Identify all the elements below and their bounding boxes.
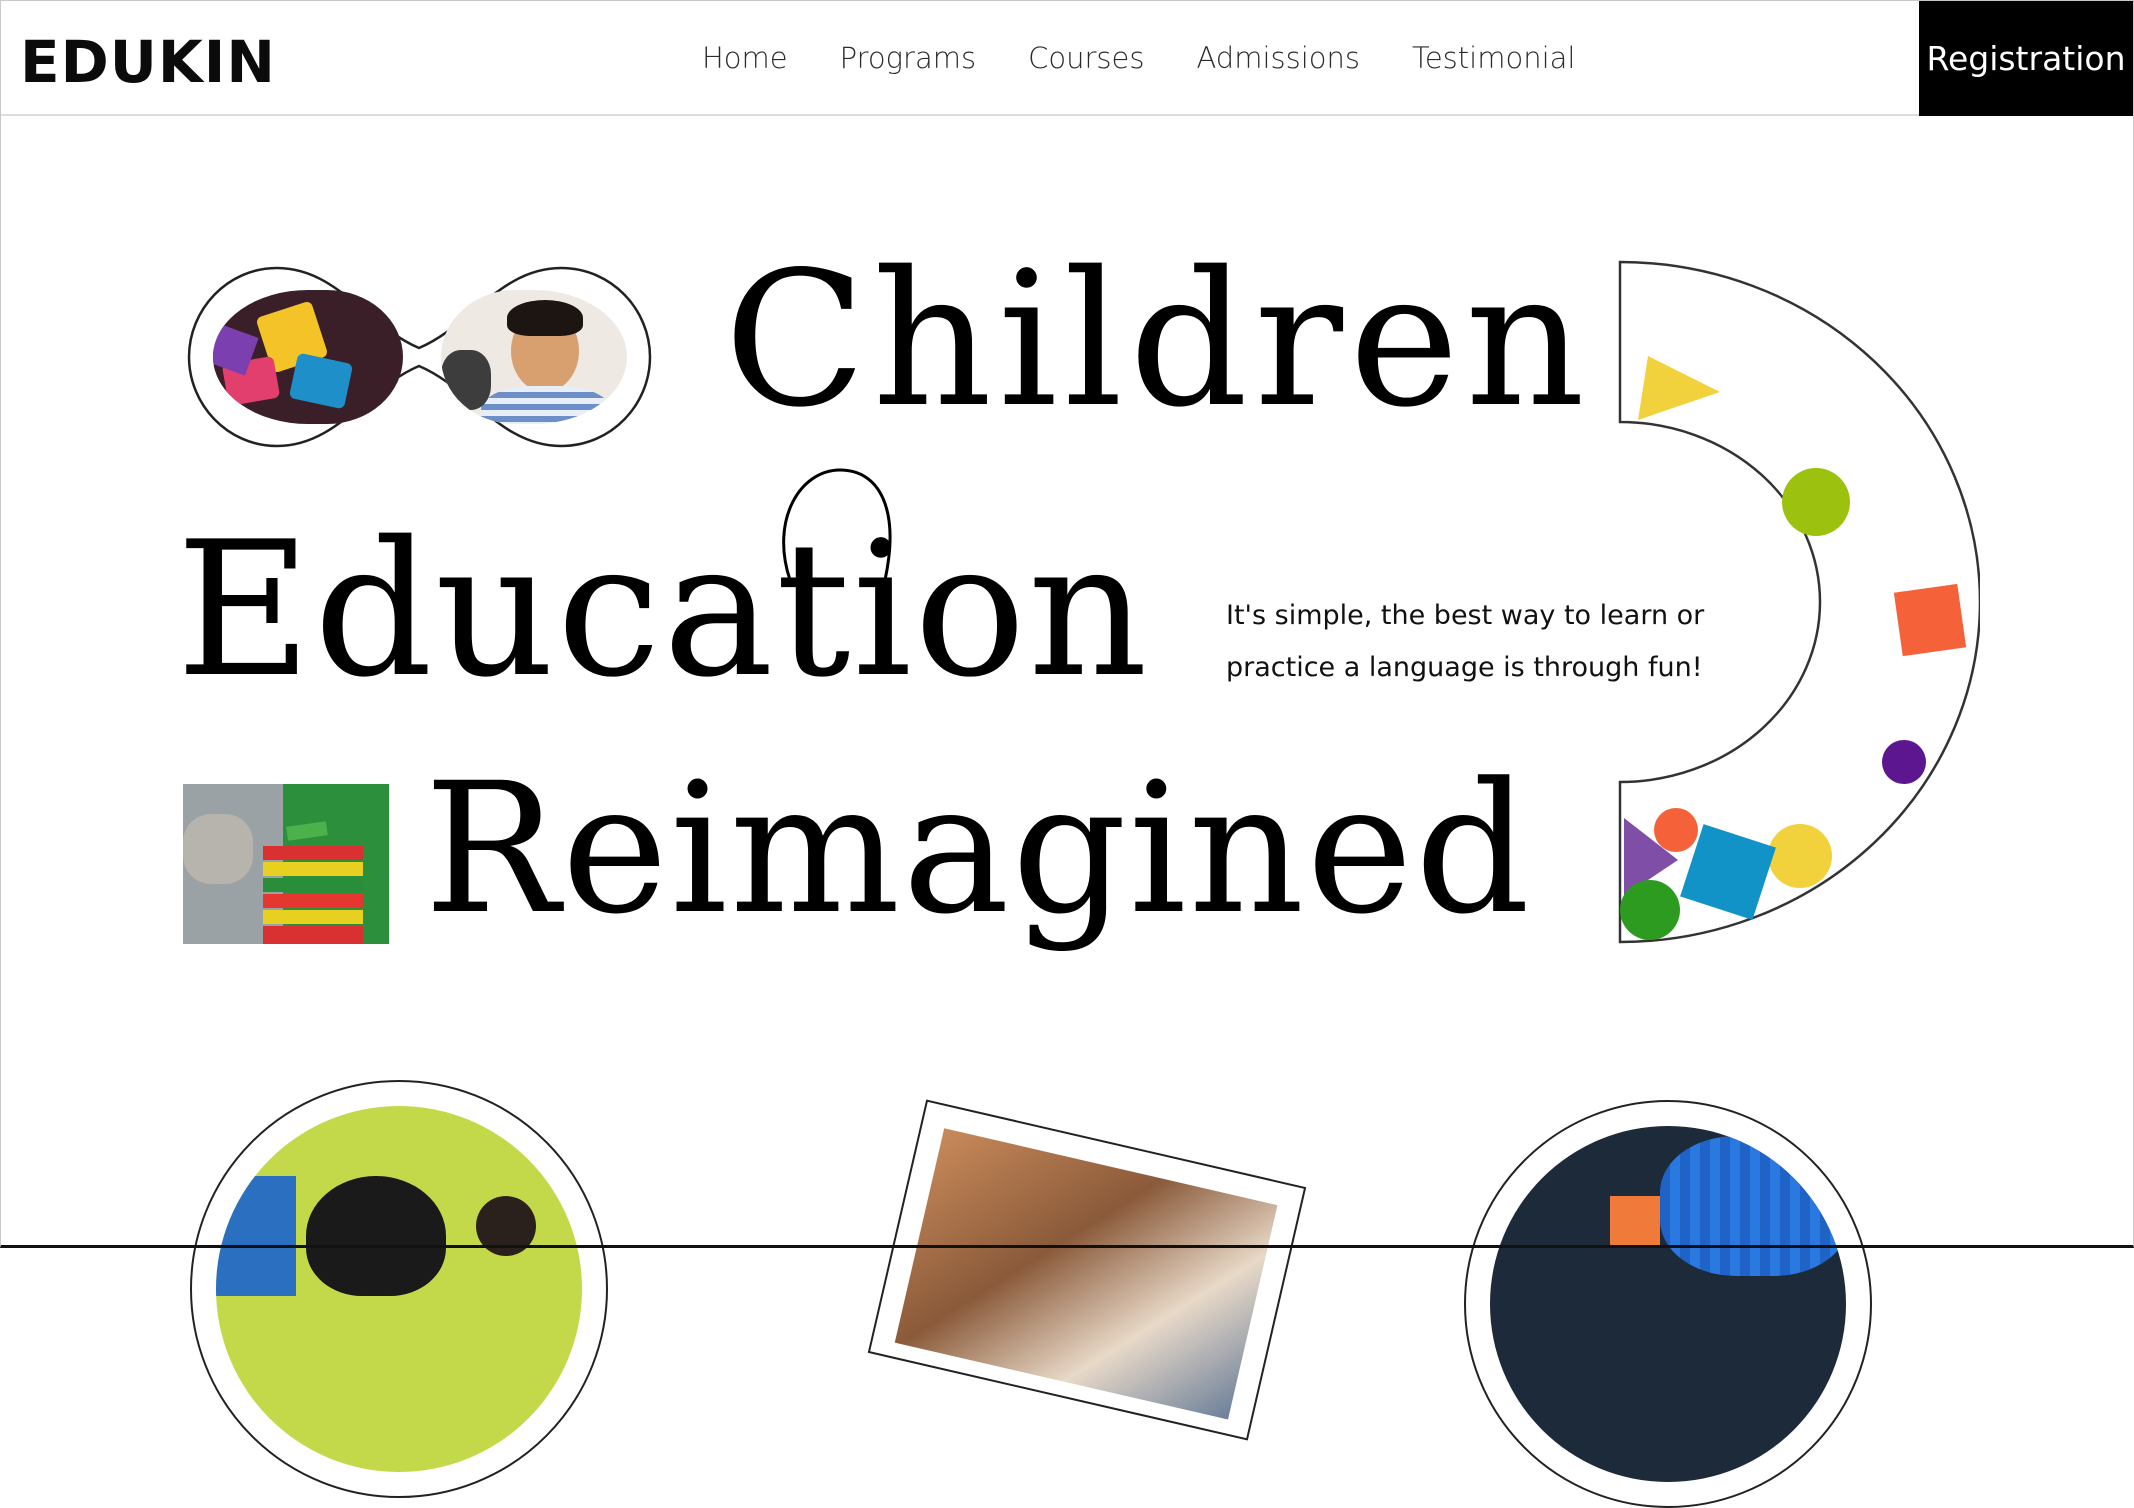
yellow-triangle-shape (1638, 356, 1720, 420)
boy-hair (507, 300, 583, 336)
photo-arm (183, 814, 253, 884)
circle-photo-right-bg (1490, 1126, 1846, 1482)
tilted-polaroid-photo (867, 1099, 1307, 1441)
block-teal (288, 352, 354, 410)
bg-kids (441, 350, 491, 410)
nav-item-programs[interactable]: Programs (840, 38, 976, 78)
letter-blocks-photo (213, 290, 403, 424)
tower-block-6 (263, 926, 363, 944)
circle-photo-left-bg (216, 1106, 582, 1472)
half-ring-shapes (1618, 260, 1980, 944)
lime-circle-shape (1782, 468, 1850, 536)
tower-block-5 (263, 910, 363, 924)
orange-toy (1610, 1196, 1660, 1246)
hero-title-line-3: Reimagined (424, 745, 1533, 954)
tower-block-3 (263, 878, 363, 892)
hero-title-line-1: Children (724, 231, 1591, 448)
tower-block-4 (263, 894, 363, 908)
tower-block-2 (263, 862, 363, 876)
yellow-circle-shape (1768, 824, 1832, 888)
blue-panel (216, 1176, 296, 1296)
green-circle-shape (1620, 880, 1680, 940)
circle-photo-right (1464, 1100, 1872, 1508)
main-nav: Home Programs Courses Admissions Testimo… (702, 38, 1575, 78)
brand-logo[interactable]: EDUKIN (20, 28, 276, 96)
boy-photo (441, 290, 627, 424)
infinity-photo-frame (187, 266, 652, 448)
child-head (306, 1176, 446, 1296)
purple-circle-shape (1882, 740, 1926, 784)
tower-block-1 (263, 846, 363, 860)
circle-photo-left (190, 1080, 608, 1498)
child-head-2 (476, 1196, 536, 1256)
nav-item-courses[interactable]: Courses (1028, 38, 1144, 78)
hero-title-line-2: Education (176, 501, 1150, 718)
nav-item-home[interactable]: Home (702, 38, 788, 78)
top-navbar: EDUKIN Home Programs Courses Admissions … (0, 0, 2134, 116)
nav-item-admissions[interactable]: Admissions (1196, 38, 1360, 78)
stacking-blocks-photo (183, 784, 389, 944)
registration-button[interactable]: Registration (1919, 0, 2133, 116)
blue-sleeve (1660, 1136, 1846, 1276)
letter-flourish-swash (782, 468, 892, 581)
boy-shirt (481, 386, 611, 424)
orange-square-shape (1893, 583, 1967, 657)
nav-item-testimonial[interactable]: Testimonial (1412, 38, 1575, 78)
polaroid-image (894, 1128, 1278, 1420)
orange-circle-shape (1654, 808, 1698, 852)
